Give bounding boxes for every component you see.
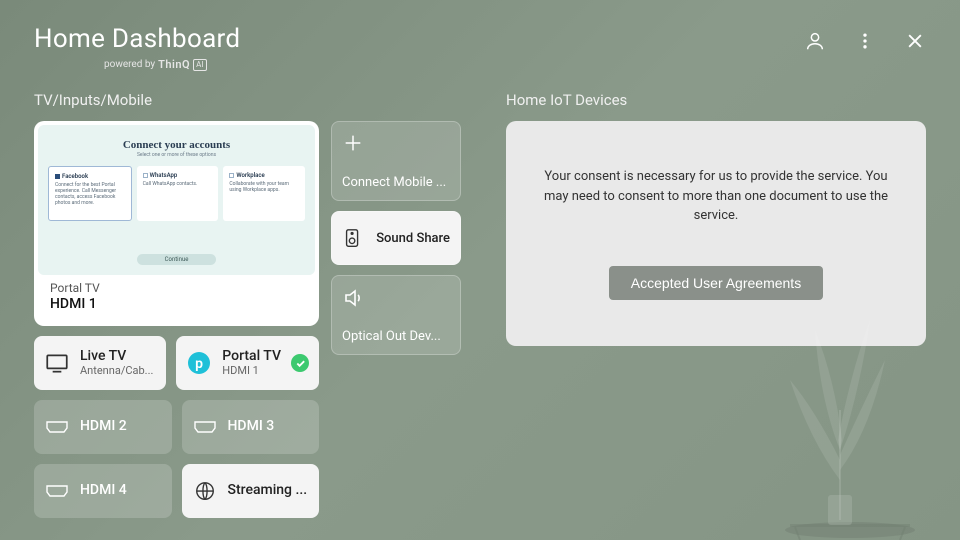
page-title: Home Dashboard <box>34 24 240 54</box>
hdmi-icon <box>44 478 70 504</box>
connect-mobile-tile[interactable]: Connect Mobile ... <box>331 121 461 201</box>
iot-consent-message: Your consent is necessary for us to prov… <box>532 167 900 226</box>
active-check-icon <box>291 354 309 372</box>
tile-label: Streaming ... <box>228 483 308 498</box>
tile-sublabel: Antenna/Cab... <box>80 365 153 377</box>
accepted-user-agreements-button[interactable]: Accepted User Agreements <box>609 266 823 300</box>
preview-inner-title: Connect your accounts <box>48 139 305 151</box>
input-tile-streaming[interactable]: Streaming ... <box>182 464 320 518</box>
portal-app-icon: p <box>186 350 212 376</box>
sound-share-tile[interactable]: Sound Share <box>331 211 461 265</box>
iot-section-label: Home IoT Devices <box>506 91 926 109</box>
speaker-volume-icon <box>342 286 364 308</box>
ai-badge: AI <box>193 59 206 71</box>
powered-by-brand: ThinQ <box>158 58 190 71</box>
tile-label: HDMI 4 <box>80 483 127 498</box>
plus-icon <box>342 132 364 154</box>
iot-consent-panel: Your consent is necessary for us to prov… <box>506 121 926 346</box>
input-tile-hdmi3[interactable]: HDMI 3 <box>182 400 320 454</box>
input-tile-hdmi4[interactable]: HDMI 4 <box>34 464 172 518</box>
input-tile-live-tv[interactable]: Live TV Antenna/Cab... <box>34 336 166 390</box>
input-tile-portal-tv[interactable]: p Portal TV HDMI 1 <box>176 336 319 390</box>
preview-option-workplace: Workplace Collaborate with your team usi… <box>223 166 305 221</box>
tv-icon <box>44 350 70 376</box>
tile-sublabel: HDMI 1 <box>222 365 281 377</box>
hdmi-icon <box>44 414 70 440</box>
hdmi-icon <box>192 414 218 440</box>
preview-source-name: Portal TV <box>50 281 303 295</box>
inputs-section-label: TV/Inputs/Mobile <box>34 91 474 109</box>
preview-inner-subtitle: Select one or more of these options <box>48 152 305 158</box>
preview-continue-button: Continue <box>137 254 217 265</box>
tile-label: HDMI 2 <box>80 419 127 434</box>
optical-out-tile[interactable]: Optical Out Dev... <box>331 275 461 355</box>
close-icon[interactable] <box>904 30 926 52</box>
globe-icon <box>192 478 218 504</box>
more-options-icon[interactable] <box>854 30 876 52</box>
tile-label: Portal TV <box>222 349 281 364</box>
preview-port-name: HDMI 1 <box>50 296 303 312</box>
current-input-preview-card[interactable]: Connect your accounts Select one or more… <box>34 121 319 326</box>
tile-label: Live TV <box>80 349 153 364</box>
preview-option-facebook: Facebook Connect for the best Portal exp… <box>48 166 132 221</box>
tile-label: Optical Out Dev... <box>342 329 450 344</box>
tile-label: HDMI 3 <box>228 419 275 434</box>
powered-by-line: powered by ThinQ AI <box>104 58 240 71</box>
input-tile-hdmi2[interactable]: HDMI 2 <box>34 400 172 454</box>
svg-text:p: p <box>195 356 203 372</box>
preview-screen-content: Connect your accounts Select one or more… <box>38 125 315 275</box>
speaker-bluetooth-icon <box>342 227 364 249</box>
preview-option-whatsapp: WhatsApp Call WhatsApp contacts. <box>137 166 219 221</box>
tile-label: Connect Mobile ... <box>342 175 450 190</box>
account-icon[interactable] <box>804 30 826 52</box>
powered-by-prefix: powered by <box>104 59 155 70</box>
tile-label: Sound Share <box>376 231 450 246</box>
